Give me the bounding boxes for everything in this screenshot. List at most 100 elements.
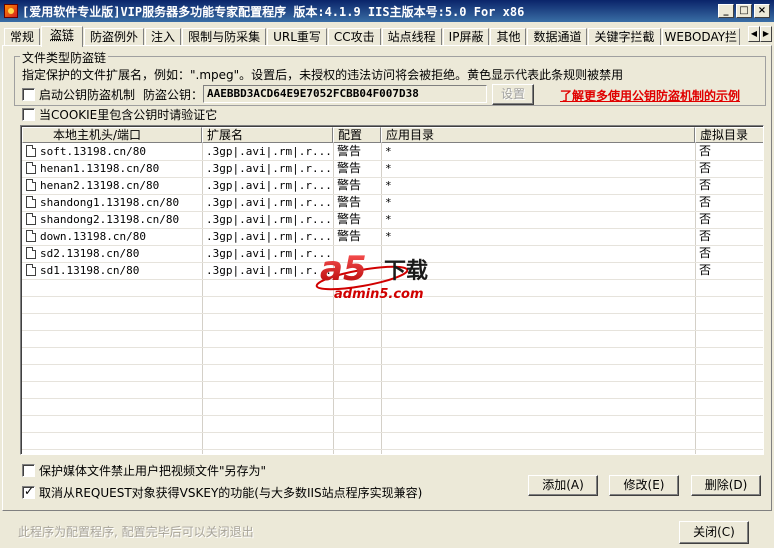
cell-text: * [385,213,392,226]
cell-vdir: 否 [695,245,763,262]
cell-cfg [333,245,381,262]
row-grid-line [22,432,763,433]
cell-cfg: 警告 [333,228,381,245]
cell-ext: .3gp|.avi|.rm|.r... [202,211,333,228]
tab-data-channel[interactable]: 数据通道 [527,28,588,46]
close-window-button[interactable]: × [754,4,770,18]
cell-text: * [385,162,392,175]
add-button[interactable]: 添加(A) [528,475,598,496]
tab-injection[interactable]: 注入 [145,28,182,46]
maximize-button[interactable]: □ [736,4,752,18]
cell-cfg: 警告 [333,194,381,211]
row-grid-line [22,381,763,382]
cell-text: 警告 [337,195,362,209]
tab-scroll-left-icon[interactable]: ◀ [748,26,760,42]
cell-dir [381,245,695,262]
edit-button[interactable]: 修改(E) [609,475,679,496]
close-button[interactable]: 关闭(C) [679,521,749,544]
enable-key-checkbox[interactable] [22,88,35,101]
key-label: 防盗公钥： [143,88,204,102]
cell-text: 否 [699,144,712,158]
document-icon [26,196,36,208]
delete-button[interactable]: 删除(D) [691,475,761,496]
table-row[interactable]: henan1.13198.cn/80 .3gp|.avi|.rm|.r... 警告 *… [22,160,763,177]
cell-vdir: 否 [695,262,763,279]
cell-text: 否 [699,178,712,192]
cell-ext: .3gp|.avi|.rm|.r... [202,160,333,177]
column-header-app-dir[interactable]: 应用目录 [381,127,695,143]
cell-ext: .3gp|.avi|.rm|.r... [202,262,333,279]
cell-vdir: 否 [695,160,763,177]
tab-url-rewrite[interactable]: URL重写 [267,28,327,46]
row-grid-line [22,415,763,416]
cell-text: 警告 [337,161,362,175]
tab-cc-attack[interactable]: CC攻击 [327,28,381,46]
cell-ext: .3gp|.avi|.rm|.r... [202,194,333,211]
protect-media-checkbox[interactable] [22,464,35,477]
tab-other[interactable]: 其他 [490,28,527,46]
cell-text: sd1.13198.cn/80 [40,264,140,277]
cell-ext: .3gp|.avi|.rm|.r... [202,177,333,194]
tab-ip-block[interactable]: IP屏蔽 [442,28,490,46]
table-row[interactable]: soft.13198.cn/80 .3gp|.avi|.rm|.r... 警告 * 否 [22,143,763,160]
row-grid-line [22,347,763,348]
document-icon [26,264,36,276]
cell-dir: * [381,160,695,177]
column-header-host[interactable]: 本地主机头/端口 [22,127,202,143]
cell-text: 否 [699,195,712,209]
row-grid-line [22,398,763,399]
cell-text: shandong1.13198.cn/80 [40,196,180,209]
table-row[interactable]: down.13198.cn/80 .3gp|.avi|.rm|.r... 警告 * 否 [22,228,763,245]
cell-text: * [385,179,392,192]
document-icon [26,145,36,157]
tab-limits[interactable]: 限制与防采集 [182,28,267,46]
cell-text: 警告 [337,178,362,192]
rules-list[interactable]: 本地主机头/端口 扩展名 配置 应用目录 虚拟目录 soft.13198.cn/… [20,125,764,455]
cookie-verify-checkbox[interactable] [22,108,35,121]
tab-scroll-buttons: ◀ ▶ [748,26,772,42]
window-title: [爱用软件专业版]VIP服务器多功能专家配置程序 版本:4.1.9 IIS主版本… [22,4,525,19]
tab-site-threads[interactable]: 站点线程 [381,28,442,46]
cell-dir: * [381,194,695,211]
cell-text: shandong2.13198.cn/80 [40,213,180,226]
set-button[interactable]: 设置 [492,84,534,105]
column-header-config[interactable]: 配置 [333,127,381,143]
cell-text: .3gp|.avi|.rm|.r... [206,247,332,260]
cell-vdir: 否 [695,177,763,194]
protect-media-row: 保护媒体文件禁止用户把视频文件"另存为" [22,462,266,479]
cell-text: .3gp|.avi|.rm|.r... [206,213,332,226]
cell-text: henan2.13198.cn/80 [40,179,160,192]
learn-more-link[interactable]: 了解更多使用公钥防盗机制的示例 [560,87,740,104]
table-row[interactable]: henan2.13198.cn/80 .3gp|.avi|.rm|.r... 警告 *… [22,177,763,194]
public-key-field[interactable]: AAEBBD3ACD64E9E7052FCBB04F007D38 [203,85,487,103]
cell-host: down.13198.cn/80 [22,228,202,245]
cancel-vskey-label: 取消从REQUEST对象获得VSKEY的功能(与大多数IIS站点程序实现兼容) [39,486,423,500]
cookie-verify-label: 当COOKIE里包含公钥时请验证它 [39,108,218,122]
column-header-extension[interactable]: 扩展名 [202,127,333,143]
cell-text: 否 [699,229,712,243]
column-header-virtual-dir[interactable]: 虚拟目录 [695,127,763,143]
tab-weboday[interactable]: WEBODAY拦 [661,28,741,46]
cell-text: 否 [699,212,712,226]
minimize-button[interactable]: _ [718,4,734,18]
tab-hotlink[interactable]: 盗链 [41,26,84,47]
enable-key-label: 启动公钥防盗机制 [39,88,136,102]
cell-cfg: 警告 [333,143,381,160]
tab-scroll-right-icon[interactable]: ▶ [760,26,772,42]
table-row[interactable]: shandong1.13198.cn/80 .3gp|.avi|.rm|.r...… [22,194,763,211]
row-grid-line [22,330,763,331]
cell-host: sd2.13198.cn/80 [22,245,202,262]
table-row[interactable]: sd1.13198.cn/80 .3gp|.avi|.rm|.r... 否 [22,262,763,279]
cancel-vskey-checkbox[interactable] [22,484,35,499]
table-row[interactable]: sd2.13198.cn/80 .3gp|.avi|.rm|.r... 否 [22,245,763,262]
tab-general[interactable]: 常规 [4,28,41,46]
document-icon [26,213,36,225]
table-row[interactable]: shandong2.13198.cn/80 .3gp|.avi|.rm|.r...… [22,211,763,228]
row-grid-line [22,313,763,314]
tab-hotlink-exceptions[interactable]: 防盗例外 [84,28,145,46]
cell-text: 警告 [337,144,362,158]
cell-text: * [385,230,392,243]
title-bar: [爱用软件专业版]VIP服务器多功能专家配置程序 版本:4.1.9 IIS主版本… [0,0,774,22]
tab-keyword-block[interactable]: 关键字拦截 [588,28,661,46]
cell-text: down.13198.cn/80 [40,230,146,243]
